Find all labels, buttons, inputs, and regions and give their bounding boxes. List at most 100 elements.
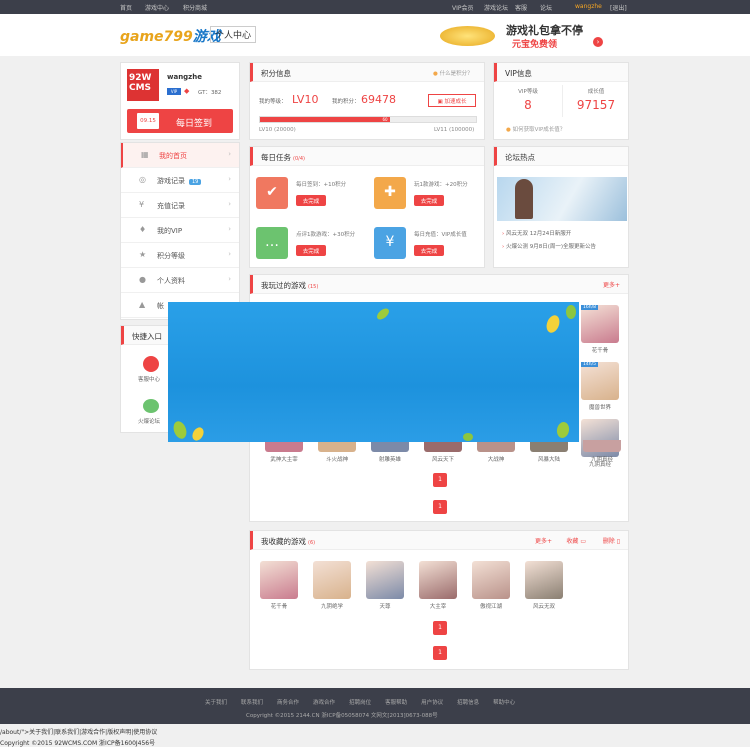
- footer-link[interactable]: 联系我们: [241, 700, 263, 706]
- forum-post-2[interactable]: › 火爆公测 9月8日(周一)全服更新公告: [502, 242, 596, 250]
- sidebar-item-1[interactable]: ◎ 游戏记录 19 ›: [121, 168, 239, 193]
- footer-link[interactable]: 游戏合作: [313, 700, 335, 706]
- level-to: LV11 (100000): [434, 127, 475, 133]
- sidebar-item-3[interactable]: ♦ 我的VIP ›: [121, 218, 239, 243]
- played-game[interactable]: 武神大主宰: [264, 440, 304, 463]
- points-label: 我的积分：: [332, 99, 360, 105]
- vip-help-link[interactable]: ● 如何获取VIP成长值？: [506, 125, 565, 133]
- topbar-link-service[interactable]: 客服: [515, 3, 527, 12]
- game-thumbnail: [419, 561, 457, 599]
- calendar-icon: 09.15: [137, 113, 159, 129]
- points-help-link[interactable]: ● 什么是积分？: [433, 69, 473, 77]
- footer-link[interactable]: 客服帮助: [385, 700, 407, 706]
- played-game[interactable]: 射雕英雄: [370, 440, 410, 463]
- played-game[interactable]: 斗火战神: [317, 440, 357, 463]
- signin-button[interactable]: 09.15 每日签到: [127, 109, 233, 133]
- fav-game[interactable]: 傲视江湖: [471, 561, 511, 610]
- fav-more-link[interactable]: 更多+: [535, 536, 552, 545]
- forum-post-1[interactable]: › 风云无双 12月24日新服开: [502, 229, 571, 237]
- topbar-link-mall[interactable]: 积分商城: [183, 3, 207, 12]
- played-game[interactable]: 九阴真经: [582, 440, 622, 463]
- headset-icon[interactable]: [143, 356, 159, 372]
- vip-title: VIP信息: [494, 63, 628, 82]
- played-game[interactable]: 风云天下: [423, 440, 463, 463]
- topbar-link-home[interactable]: 首页: [120, 3, 132, 12]
- star-icon: ★: [139, 250, 147, 259]
- footer-link[interactable]: 招聘信息: [457, 700, 479, 706]
- sidebar-item-5[interactable]: ● 个人资料 ›: [121, 268, 239, 293]
- chevron-right-icon: ›: [228, 150, 231, 158]
- site-logo[interactable]: game799游戏: [120, 26, 221, 46]
- chevron-right-icon: ›: [228, 200, 231, 208]
- game-thumbnail: [260, 561, 298, 599]
- topbar-link-bbs[interactable]: 论坛: [540, 3, 552, 12]
- boost-button[interactable]: ▣ 加速成长: [428, 94, 476, 107]
- topbar-link-games[interactable]: 游戏中心: [145, 3, 169, 12]
- footer-copyright: Copyright ©2015 2144.CN 浙ICP备05058074 文网…: [246, 713, 438, 719]
- task-item: … 点评1款游戏：+30积分 去完成: [256, 227, 371, 271]
- sidebar-item-4[interactable]: ★ 积分等级 ›: [121, 243, 239, 268]
- fav-count: (6): [308, 540, 316, 546]
- played-game[interactable]: 风暴大陆: [529, 440, 569, 463]
- question-icon: ●: [506, 127, 511, 133]
- popup-overlay[interactable]: [168, 302, 579, 442]
- footer-link[interactable]: 关于我们: [205, 700, 227, 706]
- task-go-button[interactable]: 去完成: [296, 245, 326, 256]
- promo-banner[interactable]: 游戏礼包拿不停 元宝免费领 ›: [440, 20, 615, 52]
- logout-link[interactable]: [退出]: [610, 3, 627, 12]
- sidebar-item-label: 积分等级: [157, 252, 185, 260]
- task-text: 玩1款游戏：+20积分: [414, 182, 468, 188]
- sidebar-item-0[interactable]: ▦ 我的首页 ›: [121, 143, 239, 168]
- game-name: 斗火战神: [325, 457, 348, 463]
- sidebar-item-label: 我的首页: [159, 152, 187, 160]
- quick-forum-link[interactable]: 火爆论坛: [138, 417, 160, 425]
- gold-label: GT：: [198, 90, 211, 96]
- topbar-link-vip[interactable]: VIP会员: [452, 3, 474, 12]
- game-name: 花千骨: [270, 604, 288, 610]
- collect-button[interactable]: 收藏 ▭: [566, 536, 586, 545]
- quick-service-link[interactable]: 客服中心: [138, 375, 160, 383]
- avatar[interactable]: 92W CMS: [127, 69, 159, 101]
- page-button[interactable]: 1: [433, 646, 447, 660]
- task-go-button[interactable]: 去完成: [296, 195, 326, 206]
- topbar-link-forum[interactable]: 游戏论坛: [484, 3, 508, 12]
- fav-game[interactable]: 花千骨: [259, 561, 299, 610]
- page-button[interactable]: 1: [433, 621, 447, 635]
- page-button[interactable]: 1: [433, 473, 447, 487]
- game-name: 射雕英雄: [378, 457, 401, 463]
- game-thumbnail: [525, 561, 563, 599]
- game-name: 傲视江湖: [479, 604, 502, 610]
- played-game[interactable]: 14h/5 魔兽世界: [580, 362, 620, 411]
- played-more-link[interactable]: 更多+: [603, 280, 620, 289]
- banner-title: 游戏礼包拿不停: [506, 24, 583, 37]
- vip-growth-label: 成长值: [587, 89, 605, 95]
- raw-copyright-text: Copyright ©2015 92WCMS.COM 浙ICP备1600J456…: [0, 740, 156, 747]
- task-go-button[interactable]: 去完成: [414, 245, 444, 256]
- page-button[interactable]: 1: [433, 500, 447, 514]
- footer-link[interactable]: 帮助中心: [493, 700, 515, 706]
- footer-link[interactable]: 用户协议: [421, 700, 443, 706]
- played-game[interactable]: 16h/8 花千骨: [580, 305, 620, 354]
- fav-game[interactable]: 大主宰: [418, 561, 458, 610]
- forum-banner-image[interactable]: [497, 177, 627, 221]
- fav-game[interactable]: 风云无双: [524, 561, 564, 610]
- task-go-button[interactable]: 去完成: [414, 195, 444, 206]
- played-title: 我玩过的游戏: [261, 281, 306, 290]
- chat-icon[interactable]: [143, 399, 159, 413]
- footer-link[interactable]: 招聘岗位: [349, 700, 371, 706]
- page-title: 个人中心: [210, 26, 257, 43]
- game-name: 风云无双: [532, 604, 555, 610]
- level-from: LV10 (20000): [259, 127, 296, 133]
- home-icon: ▦: [141, 150, 149, 159]
- vip-panel: VIP信息 VIP等级 8 成长值 97157 ● 如何获取VIP成长值？: [493, 62, 629, 140]
- footer-link[interactable]: 商务合作: [277, 700, 299, 706]
- played-game[interactable]: 大战神: [476, 440, 516, 463]
- topbar-username[interactable]: wangzhe: [575, 3, 602, 10]
- fav-game[interactable]: 九阴绝学: [312, 561, 352, 610]
- delete-button[interactable]: 删除 ▯: [603, 536, 620, 545]
- sidebar-item-2[interactable]: ¥ 充值记录 ›: [121, 193, 239, 218]
- fav-game[interactable]: 天尊: [365, 561, 405, 610]
- game-name: 魔兽世界: [588, 405, 611, 411]
- game-name: 大主宰: [429, 604, 447, 610]
- game-thumbnail: [472, 561, 510, 599]
